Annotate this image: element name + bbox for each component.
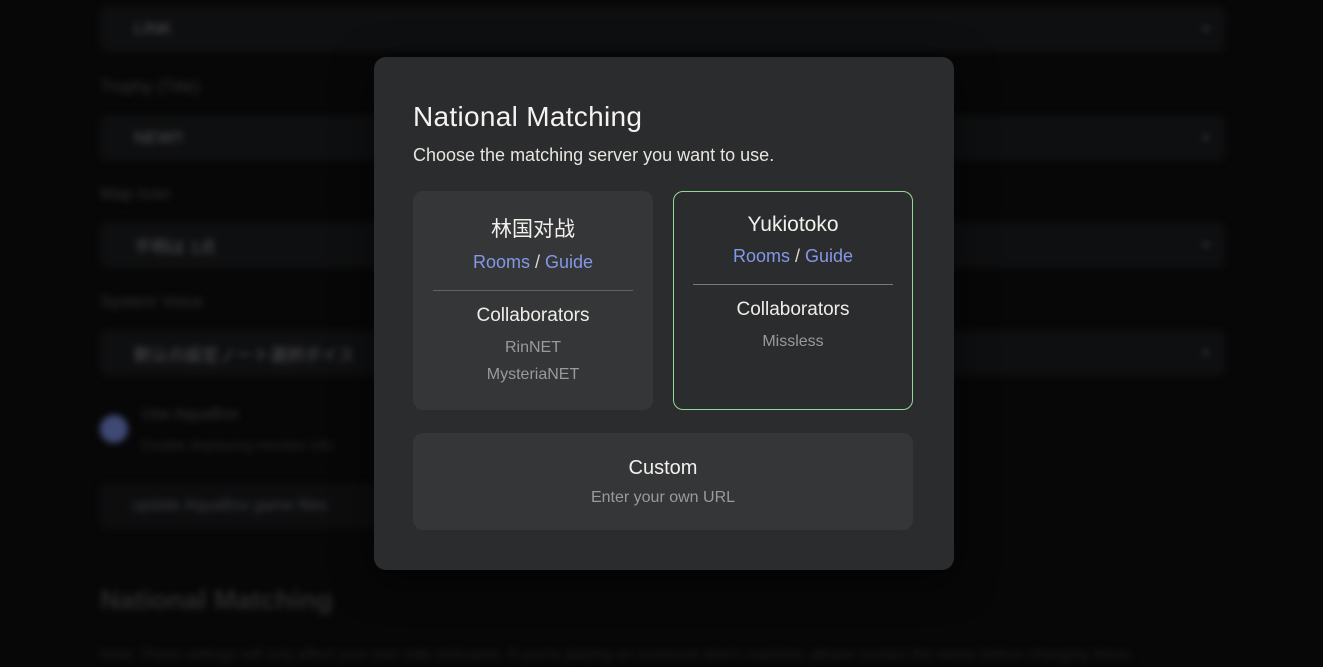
server-links: Rooms/Guide bbox=[413, 252, 653, 273]
collaborator-name: RinNET bbox=[413, 334, 653, 361]
guide-link[interactable]: Guide bbox=[805, 246, 853, 266]
custom-subtitle: Enter your own URL bbox=[591, 489, 735, 507]
link-separator: / bbox=[795, 246, 800, 266]
rooms-link[interactable]: Rooms bbox=[473, 252, 530, 272]
rooms-link[interactable]: Rooms bbox=[733, 246, 790, 266]
collaborator-name: Missless bbox=[674, 328, 912, 355]
guide-link[interactable]: Guide bbox=[545, 252, 593, 272]
collaborators-title: Collaborators bbox=[413, 305, 653, 327]
custom-title: Custom bbox=[629, 457, 698, 480]
server-name: 林国对战 bbox=[413, 213, 653, 243]
server-card-yukiotoko[interactable]: Yukiotoko Rooms/Guide Collaborators Miss… bbox=[673, 191, 913, 410]
server-links: Rooms/Guide bbox=[674, 246, 912, 267]
collaborators-title: Collaborators bbox=[674, 299, 912, 321]
server-card-linguo[interactable]: 林国对战 Rooms/Guide Collaborators RinNET My… bbox=[413, 191, 653, 410]
divider bbox=[433, 290, 633, 291]
dialog-title: National Matching bbox=[413, 101, 914, 133]
dialog-subtitle: Choose the matching server you want to u… bbox=[413, 145, 914, 166]
national-matching-dialog: National Matching Choose the matching se… bbox=[374, 57, 954, 570]
link-separator: / bbox=[535, 252, 540, 272]
collaborator-name: MysteriaNET bbox=[413, 361, 653, 388]
page: LINK ▾ Trophy (Title) NEW!! ▾ Map Icon 不… bbox=[0, 0, 1323, 667]
server-name: Yukiotoko bbox=[674, 213, 912, 237]
custom-server-card[interactable]: Custom Enter your own URL bbox=[413, 433, 913, 530]
divider bbox=[693, 284, 893, 285]
server-options-row: 林国对战 Rooms/Guide Collaborators RinNET My… bbox=[413, 191, 914, 410]
